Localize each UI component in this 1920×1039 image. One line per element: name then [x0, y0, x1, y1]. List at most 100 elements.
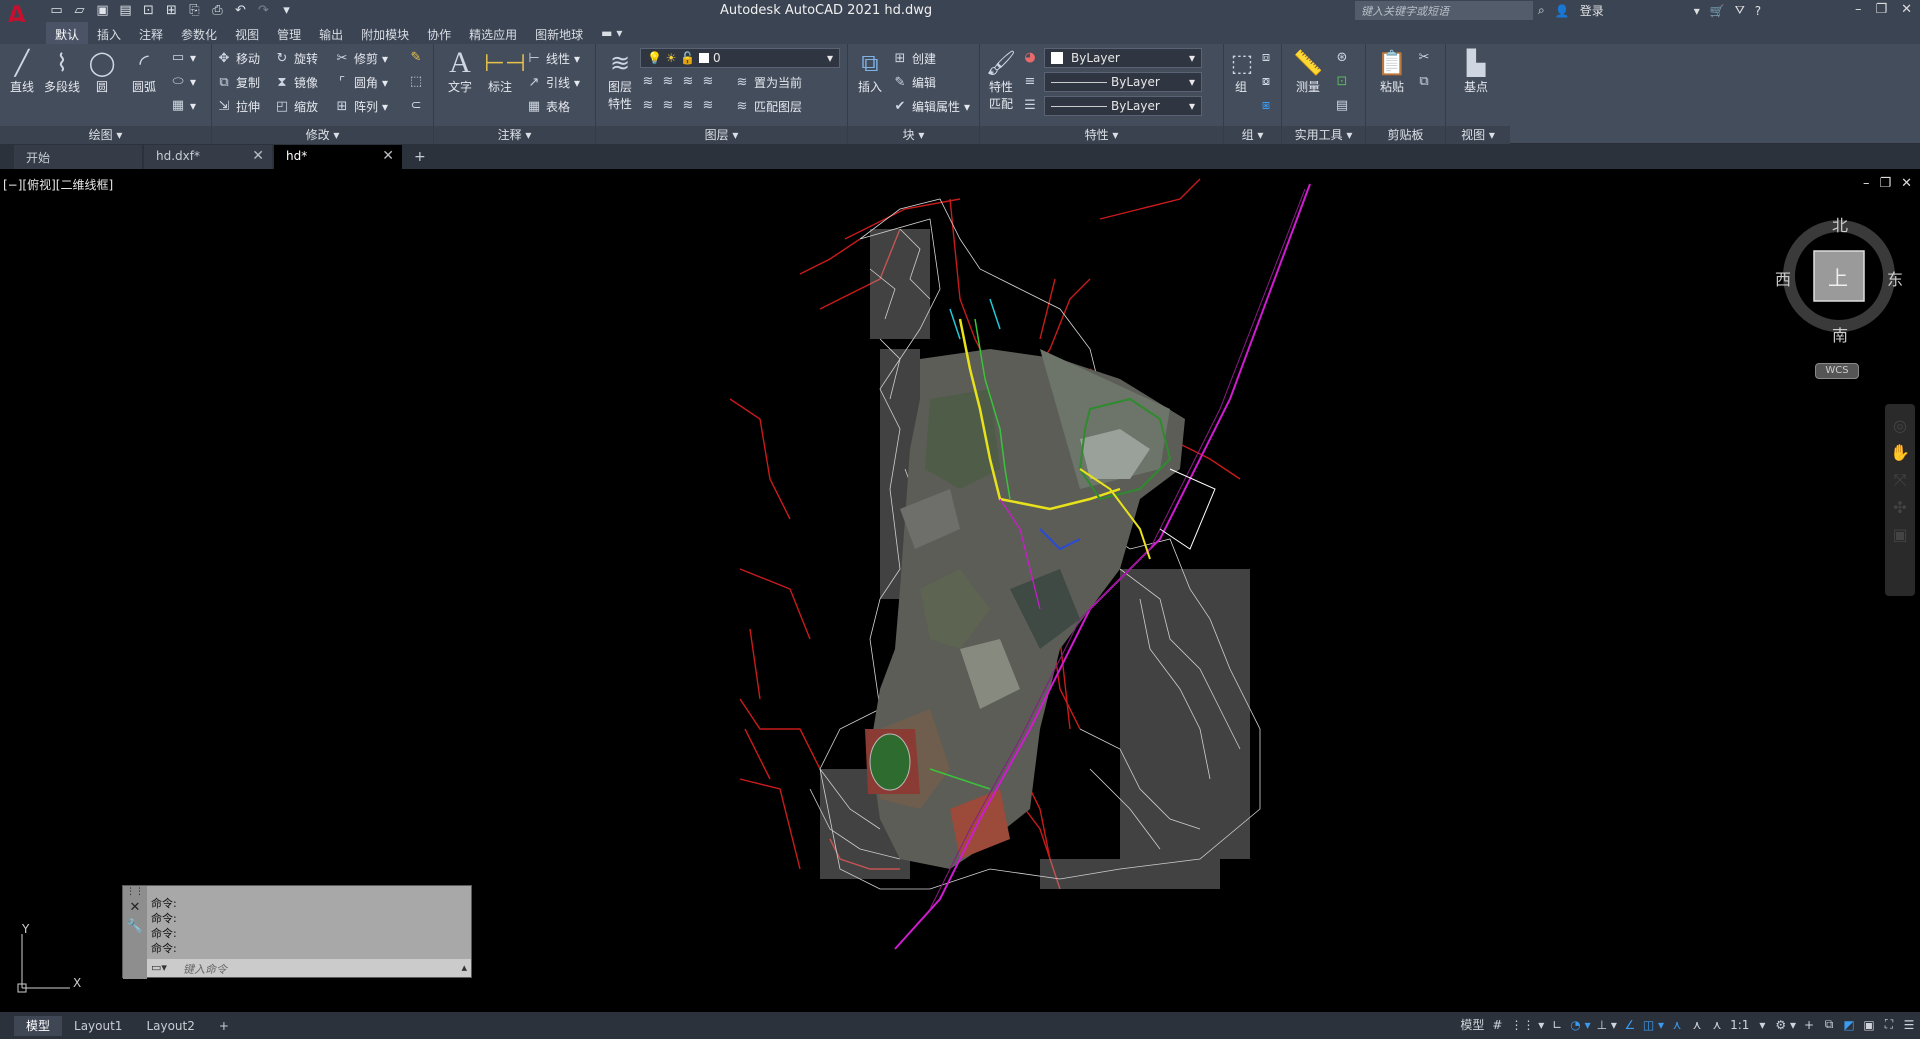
layer-dropdown[interactable]: 💡 ☀ 🔓 0 ▾: [640, 48, 840, 68]
customize-qat-icon[interactable]: ▾: [278, 2, 295, 19]
polyline-button[interactable]: ⌇ 多段线: [40, 48, 84, 95]
layer-off-icon[interactable]: ≋: [640, 74, 656, 89]
chevron-down-icon[interactable]: ▾: [1694, 4, 1700, 18]
close-icon[interactable]: ✕: [123, 900, 147, 915]
a360-icon[interactable]: ⛛: [1735, 3, 1745, 18]
command-window-grip[interactable]: ⋮⋮ ✕ 🔧: [123, 886, 147, 979]
layer-lock-icon[interactable]: ≋: [700, 74, 716, 89]
layer-on-icon[interactable]: ≋: [640, 98, 656, 113]
ellipse-button[interactable]: ⬭ ▾: [170, 74, 196, 89]
measure-button[interactable]: 📏 测量: [1288, 48, 1328, 95]
layer-unisolate-icon[interactable]: ≋: [660, 98, 676, 113]
layer-freeze-icon[interactable]: ≋: [680, 74, 696, 89]
lineweight-dropdown[interactable]: ByLayer ▾: [1044, 96, 1202, 116]
annotation-visibility-icon[interactable]: ⋏: [1690, 1018, 1704, 1032]
tab-model[interactable]: 模型: [14, 1015, 63, 1036]
search-icon[interactable]: ⌕: [1538, 3, 1545, 18]
copy-clip-icon[interactable]: ⧉: [1416, 74, 1432, 89]
ortho-icon[interactable]: ⊥ ▾: [1597, 1018, 1617, 1032]
minimize-icon[interactable]: –: [1855, 2, 1862, 17]
linear-button[interactable]: ⊢ 线性 ▾: [526, 50, 580, 67]
hardware-accel-icon[interactable]: ◩: [1842, 1018, 1856, 1032]
match-properties-button[interactable]: 🖌 特性 匹配: [984, 48, 1018, 112]
group-button[interactable]: ⬚ 组: [1226, 48, 1256, 95]
cart-icon[interactable]: 🛒: [1710, 4, 1725, 18]
annotation-scale[interactable]: 1:1: [1730, 1018, 1749, 1032]
polar-tracking-icon[interactable]: ∠: [1623, 1018, 1637, 1032]
snap-icon[interactable]: ⋮⋮ ▾: [1510, 1018, 1544, 1032]
dynamic-input-icon[interactable]: ◔ ▾: [1570, 1018, 1590, 1032]
add-layout-button[interactable]: +: [207, 1016, 241, 1036]
close-icon[interactable]: ✕: [1901, 176, 1912, 191]
table-button[interactable]: ▦ 表格: [526, 98, 570, 115]
grip-icon[interactable]: ⋮⋮: [123, 886, 147, 897]
tab-featured-apps[interactable]: 精选应用: [460, 22, 526, 44]
gear-icon[interactable]: ⚙ ▾: [1775, 1018, 1796, 1032]
orbit-icon[interactable]: ✣: [1893, 498, 1906, 517]
block-panel-label[interactable]: 块 ▾: [848, 126, 979, 144]
tab-addins[interactable]: 附加模块: [352, 22, 418, 44]
arc-button[interactable]: ◜ 圆弧: [124, 48, 164, 95]
zoom-icon[interactable]: ⤧: [1894, 470, 1907, 490]
set-current-button[interactable]: ≋ 置为当前: [734, 74, 802, 91]
view-panel-label[interactable]: 视图 ▾: [1446, 126, 1510, 144]
doc-tab-hd[interactable]: hd* ✕: [274, 145, 402, 169]
move-button[interactable]: ✥ 移动: [216, 50, 260, 67]
wrench-icon[interactable]: 🔧: [123, 919, 147, 934]
layer-isolate-icon[interactable]: ≋: [660, 74, 676, 89]
save-icon[interactable]: ▣: [94, 2, 111, 19]
close-tab-icon[interactable]: ✕: [382, 148, 394, 164]
layer-unlock-icon[interactable]: ≋: [700, 98, 716, 113]
utilities-panel-label[interactable]: 实用工具 ▾: [1282, 126, 1365, 144]
select-all-icon[interactable]: ⊡: [1334, 74, 1350, 89]
ribbon-state-toggle[interactable]: ▬ ▾: [592, 22, 631, 44]
model-space-toggle[interactable]: 模型: [1460, 1016, 1484, 1033]
undo-icon[interactable]: ↶: [232, 2, 249, 19]
save-as-icon[interactable]: ▤: [117, 2, 134, 19]
rotate-button[interactable]: ↻ 旋转: [274, 50, 318, 67]
wcs-menu[interactable]: WCS: [1815, 363, 1859, 379]
viewport-label[interactable]: [−][俯视][二维线框]: [3, 176, 113, 193]
tab-manage[interactable]: 管理: [268, 22, 310, 44]
dimension-button[interactable]: ⊢⊣ 标注: [482, 48, 526, 95]
edit-block-button[interactable]: ✎ 编辑: [892, 74, 936, 91]
layer-properties-button[interactable]: ≋ 图层 特性: [600, 48, 640, 112]
create-block-button[interactable]: ⊞ 创建: [892, 50, 936, 67]
auto-scale-icon[interactable]: ⋏: [1710, 1018, 1724, 1032]
search-input[interactable]: 键入关键字或短语: [1355, 1, 1533, 20]
erase-button[interactable]: ✎: [408, 50, 424, 65]
compass-west[interactable]: 西: [1775, 266, 1791, 290]
clipboard-panel-label[interactable]: 剪贴板: [1366, 126, 1445, 144]
doc-tab-hd-dxf[interactable]: hd.dxf* ✕: [144, 145, 272, 169]
copy-button[interactable]: ⧉ 复制: [216, 74, 260, 91]
plus-icon[interactable]: +: [1802, 1018, 1816, 1032]
draw-panel-label[interactable]: 绘图 ▾: [0, 126, 211, 144]
new-file-icon[interactable]: ▭: [48, 2, 65, 19]
viewcube-top-face[interactable]: 上: [1828, 262, 1848, 291]
stretch-button[interactable]: ⇲ 拉伸: [216, 98, 260, 115]
calculator-icon[interactable]: ▤: [1334, 98, 1350, 113]
isolate-objects-icon[interactable]: ⧉: [1822, 1017, 1836, 1032]
pan-icon[interactable]: ✋: [1890, 443, 1910, 462]
chevron-up-icon[interactable]: ▴: [461, 961, 467, 974]
recent-commands-icon[interactable]: ▭▾: [151, 961, 167, 974]
isodraft-icon[interactable]: ◫ ▾: [1643, 1018, 1664, 1032]
array-button[interactable]: ⊞ 阵列 ▾: [334, 98, 389, 115]
redo-icon[interactable]: ↷: [255, 2, 272, 19]
layers-panel-label[interactable]: 图层 ▾: [596, 126, 847, 144]
offset-button[interactable]: ⊂: [408, 98, 424, 113]
hatch-button[interactable]: ▦ ▾: [170, 98, 196, 113]
login-button[interactable]: 登录: [1580, 2, 1604, 19]
cut-icon[interactable]: ✂: [1416, 50, 1432, 65]
text-button[interactable]: A 文字: [442, 48, 478, 95]
close-icon[interactable]: ✕: [1901, 2, 1912, 17]
tab-layout2[interactable]: Layout2: [134, 1016, 206, 1036]
tab-annotate[interactable]: 注释: [130, 22, 172, 44]
tab-earth[interactable]: 图新地球: [526, 22, 592, 44]
restore-icon[interactable]: ❐: [1875, 2, 1887, 17]
export-icon[interactable]: ⎘: [186, 2, 203, 19]
circle-button[interactable]: ◯ 圆: [84, 48, 120, 95]
help-icon[interactable]: ?: [1755, 4, 1761, 18]
mirror-button[interactable]: ⧗ 镜像: [274, 74, 318, 91]
compass-north[interactable]: 北: [1832, 212, 1848, 236]
